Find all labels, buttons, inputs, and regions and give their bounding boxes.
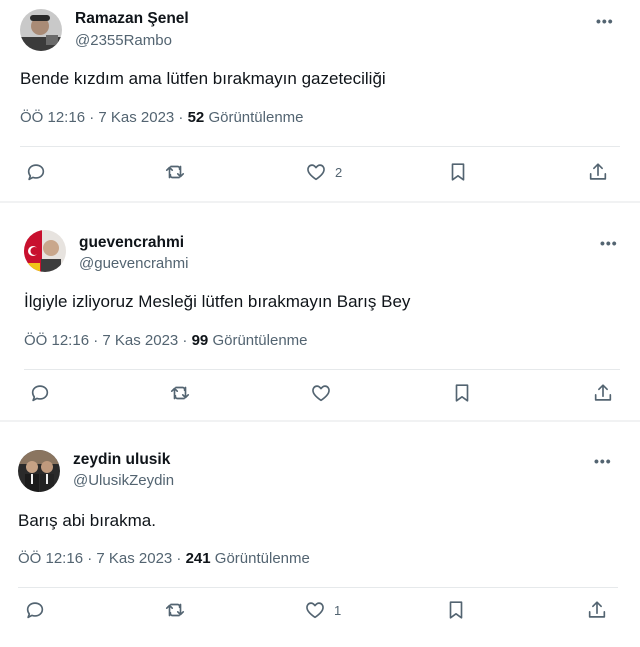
tweet-text: İlgiyle izliyoruz Mesleği lütfen bırakma… bbox=[24, 292, 411, 311]
retweet-icon bbox=[165, 603, 185, 617]
reply-icon bbox=[31, 385, 49, 402]
more-options-icon[interactable]: ••• bbox=[600, 235, 618, 251]
bookmark-button[interactable] bbox=[447, 161, 469, 183]
avatar[interactable] bbox=[18, 450, 60, 492]
divider bbox=[24, 369, 620, 370]
tweet-text: Bende kızdım ama lütfen bırakmayın gazet… bbox=[20, 69, 386, 88]
like-count: 2 bbox=[335, 164, 343, 180]
view-label: Görüntülenme bbox=[210, 550, 310, 567]
display-name[interactable]: zeydin ulusik bbox=[73, 451, 170, 469]
reply-button[interactable] bbox=[29, 382, 59, 404]
tweet-meta: ÖÖ 12:16 · 7 Kas 2023 · 52 Görüntülenme bbox=[20, 109, 304, 126]
tweet-3[interactable]: zeydin ulusik @UlusikZeydin ••• Barış ab… bbox=[0, 434, 640, 647]
view-label: Görüntülenme bbox=[208, 332, 308, 349]
tweet-text: Barış abi bırakma. bbox=[18, 511, 156, 530]
reply-icon bbox=[26, 602, 44, 619]
retweet-button[interactable] bbox=[169, 382, 199, 404]
like-count: 1 bbox=[334, 602, 342, 618]
retweet-icon bbox=[170, 386, 190, 400]
tweet-1[interactable]: Ramazan Şenel @2355Rambo ••• Bende kızdı… bbox=[0, 0, 640, 200]
username[interactable]: @2355Rambo bbox=[75, 32, 172, 49]
heart-icon bbox=[306, 602, 324, 619]
display-name[interactable]: guevencrahmi bbox=[79, 234, 184, 252]
heart-icon bbox=[307, 164, 325, 181]
view-count: 241 bbox=[185, 550, 211, 567]
view-count: 52 bbox=[187, 109, 205, 126]
username[interactable]: @UlusikZeydin bbox=[73, 472, 174, 489]
tweet-2[interactable]: guevencrahmi @guevencrahmi ••• İlgiyle i… bbox=[0, 214, 640, 416]
timestamp[interactable]: ÖÖ 12:16 · 7 Kas 2023 · bbox=[20, 109, 188, 126]
reply-button[interactable] bbox=[24, 599, 54, 621]
heart-icon bbox=[312, 385, 330, 402]
like-button[interactable] bbox=[310, 382, 340, 404]
tweet-separator bbox=[0, 201, 640, 203]
timestamp[interactable]: ÖÖ 12:16 · 7 Kas 2023 · bbox=[24, 332, 192, 349]
retweet-icon bbox=[165, 165, 185, 179]
bookmark-icon bbox=[455, 384, 469, 402]
tweet-meta: ÖÖ 12:16 · 7 Kas 2023 · 99 Görüntülenme bbox=[24, 332, 308, 349]
share-button[interactable] bbox=[592, 382, 614, 404]
reply-icon bbox=[27, 164, 45, 181]
view-label: Görüntülenme bbox=[204, 109, 304, 126]
share-icon bbox=[588, 601, 606, 618]
divider bbox=[18, 587, 618, 588]
bookmark-icon bbox=[449, 601, 463, 619]
retweet-button[interactable] bbox=[164, 161, 194, 183]
view-count: 99 bbox=[191, 332, 209, 349]
username[interactable]: @guevencrahmi bbox=[79, 255, 188, 272]
share-icon bbox=[589, 163, 607, 180]
display-name[interactable]: Ramazan Şenel bbox=[75, 10, 189, 28]
more-options-icon[interactable]: ••• bbox=[596, 13, 614, 29]
retweet-button[interactable] bbox=[164, 599, 194, 621]
avatar-photo bbox=[18, 450, 60, 492]
avatar[interactable] bbox=[20, 9, 62, 51]
timestamp[interactable]: ÖÖ 12:16 · 7 Kas 2023 · bbox=[18, 550, 186, 567]
tweet-separator bbox=[0, 420, 640, 422]
share-button[interactable] bbox=[587, 161, 609, 183]
more-options-icon[interactable]: ••• bbox=[594, 453, 612, 469]
bookmark-button[interactable] bbox=[445, 599, 467, 621]
share-button[interactable] bbox=[586, 599, 608, 621]
tweet-meta: ÖÖ 12:16 · 7 Kas 2023 · 241 Görüntülenme bbox=[18, 550, 310, 567]
reply-button[interactable] bbox=[25, 161, 55, 183]
like-button[interactable]: 2 bbox=[305, 161, 342, 183]
bookmark-button[interactable] bbox=[451, 382, 473, 404]
avatar-photo bbox=[20, 9, 62, 51]
avatar-photo bbox=[24, 230, 66, 272]
share-icon bbox=[594, 384, 612, 401]
like-button[interactable]: 1 bbox=[304, 599, 341, 621]
avatar[interactable] bbox=[24, 230, 66, 272]
bookmark-icon bbox=[451, 163, 465, 181]
divider bbox=[20, 146, 620, 147]
